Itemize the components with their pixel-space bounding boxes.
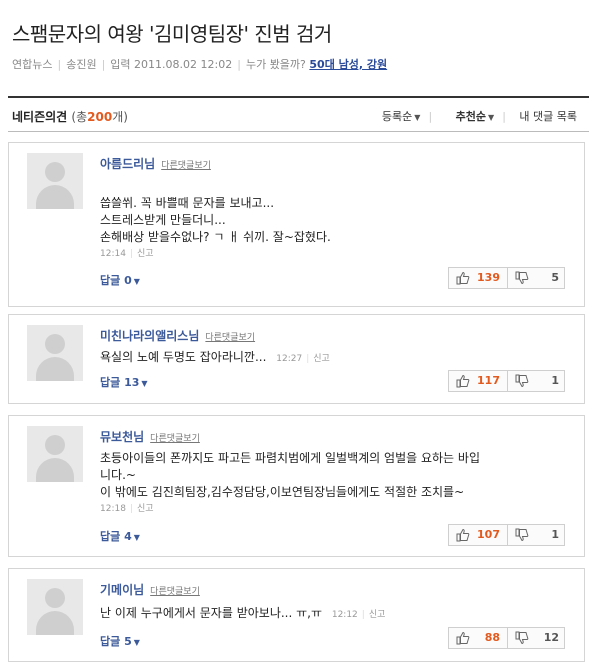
chevron-down-icon: ▼ bbox=[141, 379, 148, 388]
chevron-down-icon: ▼ bbox=[414, 113, 421, 122]
avatar bbox=[27, 153, 83, 209]
thumbs-up-icon bbox=[456, 271, 470, 285]
replies-toggle[interactable]: 답글 5 ▼ bbox=[100, 633, 140, 649]
comment-meta: 12:27 | 신고 bbox=[276, 354, 330, 364]
thumbs-down-icon bbox=[515, 271, 529, 285]
comment-body: 난 이제 누구에게서 문자를 받아보나... ㅠ,ㅠ 12:12 | 신고 bbox=[100, 605, 385, 624]
thumbs-up-icon bbox=[456, 374, 470, 388]
comments-title: 네티즌의견 bbox=[12, 110, 68, 124]
comment-author[interactable]: 미친나라의앨리스님 다른댓글보기 bbox=[100, 327, 255, 344]
comment-author[interactable]: 아름드리님 다른댓글보기 bbox=[100, 155, 211, 172]
who-read-value[interactable]: 50대 남성, 강원 bbox=[309, 58, 387, 71]
thumbs-up-icon bbox=[456, 631, 470, 645]
comment-line: 이 밖에도 김진희팀장,김수정담당,이보연팀장님들에게도 적절한 조치를~ bbox=[100, 485, 465, 499]
comment-meta: 12:12 | 신고 bbox=[331, 610, 386, 620]
comment-count: 200 bbox=[87, 110, 113, 124]
article-date: 2011.08.02 12:02 bbox=[134, 58, 233, 71]
report-link[interactable]: 신고 bbox=[313, 354, 330, 364]
upvote-count: 117 bbox=[477, 374, 500, 387]
comment-item: 기메이님 다른댓글보기 난 이제 누구에게서 문자를 받아보나... ㅠ,ㅠ 12… bbox=[8, 568, 585, 662]
report-link[interactable]: 신고 bbox=[137, 249, 154, 259]
downvote-count: 12 bbox=[543, 631, 559, 644]
chevron-down-icon: ▼ bbox=[133, 638, 140, 647]
comment-line: 씁쓸쒸. 꼭 바쁠때 문자를 보내고... bbox=[100, 196, 275, 210]
article-title: 스팸문자의 여왕 '김미영팀장' 진범 검거 bbox=[12, 22, 332, 46]
upvote-button[interactable]: 88 bbox=[449, 628, 507, 648]
comment-line: 스트레스받게 만들더니... bbox=[100, 213, 226, 227]
vote-box: 107 1 bbox=[448, 524, 565, 546]
vote-box: 117 1 bbox=[448, 370, 565, 392]
count-prefix: (총 bbox=[71, 110, 88, 124]
comment-line: 난 이제 누구에게서 문자를 받아보나... ㅠ,ㅠ bbox=[100, 606, 323, 620]
comment-time: 12:12 bbox=[331, 610, 358, 620]
downvote-count: 1 bbox=[551, 528, 559, 541]
thumbs-up-icon bbox=[456, 528, 470, 542]
comment-time: 12:14 bbox=[100, 249, 126, 259]
thumbs-down-icon bbox=[515, 528, 529, 542]
comment-line: 초등아이들의 폰까지도 파고든 파렴치범에게 일벌백계의 엄벌을 요하는 바입 bbox=[100, 451, 480, 465]
replies-toggle[interactable]: 답글 4 ▼ bbox=[100, 528, 140, 544]
count-suffix: 개) bbox=[112, 110, 128, 124]
who-read-label: 누가 봤을까? bbox=[245, 58, 306, 71]
upvote-count: 107 bbox=[477, 528, 500, 541]
comment-author[interactable]: 기메이님 다른댓글보기 bbox=[100, 581, 200, 598]
downvote-button[interactable]: 1 bbox=[507, 525, 566, 545]
upvote-button[interactable]: 107 bbox=[449, 525, 507, 545]
vote-box: 88 12 bbox=[448, 627, 565, 649]
replies-toggle[interactable]: 답글 0 ▼ bbox=[100, 272, 140, 288]
comment-item: 뮤보천님 다른댓글보기 초등아이들의 폰까지도 파고든 파렴치범에게 일벌백계의 … bbox=[8, 415, 585, 557]
comment-line: 니다.~ bbox=[100, 468, 136, 482]
comment-line: 손해배상 받을수없나? ㄱ ㅐ 쉬끼. 잘~잡혔다. bbox=[100, 230, 331, 244]
downvote-button[interactable]: 5 bbox=[507, 268, 566, 288]
chevron-down-icon: ▼ bbox=[133, 277, 140, 286]
chevron-down-icon: ▼ bbox=[488, 113, 495, 122]
comment-author[interactable]: 뮤보천님 다른댓글보기 bbox=[100, 428, 200, 445]
comment-meta: 12:18 | 신고 bbox=[100, 504, 154, 514]
comment-meta: 12:14 | 신고 bbox=[100, 249, 154, 259]
comment-line: 욕실의 노예 두명도 잡아라니깐... bbox=[100, 350, 267, 364]
replies-toggle[interactable]: 답글 13 ▼ bbox=[100, 374, 148, 390]
avatar bbox=[27, 426, 83, 482]
header-divider bbox=[8, 96, 589, 98]
view-other-comments-link[interactable]: 다른댓글보기 bbox=[161, 161, 211, 171]
downvote-count: 5 bbox=[551, 271, 559, 284]
list-divider bbox=[8, 131, 589, 132]
view-other-comments-link[interactable]: 다른댓글보기 bbox=[205, 333, 255, 343]
date-label: 입력 bbox=[110, 58, 131, 71]
article-reporter[interactable]: 송진원 bbox=[66, 58, 96, 71]
comment-item: 아름드리님 다른댓글보기 씁쓸쒸. 꼭 바쁠때 문자를 보내고... 스트레스받게… bbox=[8, 142, 585, 307]
thumbs-down-icon bbox=[515, 631, 529, 645]
view-other-comments-link[interactable]: 다른댓글보기 bbox=[150, 587, 200, 597]
avatar bbox=[27, 325, 83, 381]
article-meta: 연합뉴스 | 송진원 | 입력 2011.08.02 12:02 | 누가 봤을까? 50대… bbox=[12, 58, 388, 71]
my-comments-link[interactable]: 내 댓글 목록 bbox=[519, 110, 577, 123]
report-link[interactable]: 신고 bbox=[137, 504, 154, 514]
upvote-button[interactable]: 139 bbox=[449, 268, 507, 288]
article-comments-page: 스팸문자의 여왕 '김미영팀장' 진범 검거 연합뉴스 | 송진원 | 입력 2011.… bbox=[0, 0, 597, 667]
sort-recommended-button[interactable]: 추천순 ▼ bbox=[446, 110, 495, 123]
comment-time: 12:18 bbox=[100, 504, 126, 514]
upvote-count: 88 bbox=[484, 631, 500, 644]
comment-body: 씁쓸쒸. 꼭 바쁠때 문자를 보내고... 스트레스받게 만들더니... 손해배… bbox=[100, 195, 331, 263]
article-source[interactable]: 연합뉴스 bbox=[12, 58, 52, 71]
thumbs-down-icon bbox=[515, 374, 529, 388]
downvote-button[interactable]: 1 bbox=[507, 371, 566, 391]
comment-body: 초등아이들의 폰까지도 파고든 파렴치범에게 일벌백계의 엄벌을 요하는 바입 … bbox=[100, 450, 480, 518]
sort-registered-button[interactable]: 등록순 ▼ bbox=[372, 110, 421, 123]
chevron-down-icon: ▼ bbox=[133, 533, 140, 542]
comment-time: 12:27 bbox=[276, 354, 303, 364]
comment-item: 미친나라의앨리스님 다른댓글보기 욕실의 노예 두명도 잡아라니깐... 12:2… bbox=[8, 314, 585, 404]
upvote-button[interactable]: 117 bbox=[449, 371, 507, 391]
report-link[interactable]: 신고 bbox=[369, 610, 386, 620]
sort-controls: 등록순 ▼ | 추천순 ▼ | 내 댓글 목록 bbox=[362, 108, 577, 124]
upvote-count: 139 bbox=[477, 271, 500, 284]
comment-body: 욕실의 노예 두명도 잡아라니깐... 12:27 | 신고 bbox=[100, 349, 330, 368]
downvote-count: 1 bbox=[551, 374, 559, 387]
comments-heading: 네티즌의견 (총200개) bbox=[12, 108, 128, 125]
avatar bbox=[27, 579, 83, 635]
vote-box: 139 5 bbox=[448, 267, 565, 289]
view-other-comments-link[interactable]: 다른댓글보기 bbox=[150, 434, 200, 444]
downvote-button[interactable]: 12 bbox=[507, 628, 566, 648]
